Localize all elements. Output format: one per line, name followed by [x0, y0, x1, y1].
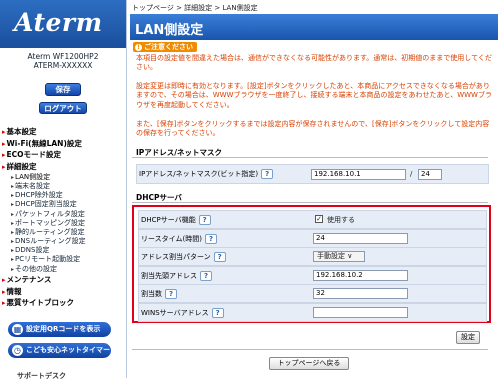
sidebar: Aterm Aterm WF1200HP2 ATERM-XXXXXX 保存 ログ… [0, 0, 127, 381]
menu-item[interactable]: PCリモート起動設定 [0, 255, 126, 264]
chevron-down-icon: ∨ [345, 252, 353, 260]
menu-item[interactable]: DNSルーティング設定 [0, 237, 126, 246]
device-name: ATERM-XXXXXX [33, 61, 93, 70]
help-icon[interactable]: ? [213, 252, 226, 262]
page-title: LAN側設定 [130, 14, 498, 40]
menu-item[interactable]: その他の設定 [0, 265, 126, 274]
notice-label: ご注意ください [144, 43, 193, 51]
qr-icon: ▦ [12, 324, 23, 335]
row-label-text: 割当先頭アドレス [141, 271, 197, 280]
ip-row-label: IPアドレス/ネットマスク(ビット指定)? [139, 169, 274, 179]
menu-item[interactable]: パケットフィルタ設定 [0, 210, 126, 219]
save-button[interactable]: 保存 [45, 83, 81, 96]
help-icon[interactable]: ? [261, 169, 274, 179]
lease-time-row: リースタイム(時間)? 24 [138, 228, 487, 248]
wins-server-row: WINSサーバアドレス? [138, 302, 487, 322]
menu-section[interactable]: Wi-Fi(無線LAN)設定 [0, 138, 126, 150]
checkbox-label: 使用する [327, 216, 355, 224]
row-label: 割当先頭アドレス? [141, 270, 212, 281]
netmask-input[interactable]: 24 [418, 169, 442, 180]
menu-section[interactable]: 基本設定 [0, 126, 126, 138]
row-label-text: 割当数 [141, 290, 162, 298]
side-menu: 基本設定Wi-Fi(無線LAN)設定ECOモード設定詳細設定LAN側設定端末名設… [0, 126, 126, 309]
model-name: Aterm WF1200HP2 [27, 52, 99, 61]
row-label-text: アドレス割当パターン [141, 253, 211, 261]
start-address-row: 割当先頭アドレス? 192.168.10.2 [138, 265, 487, 285]
allocation-pattern-select[interactable]: 手動設定 ∨ [313, 251, 365, 262]
kids-timer-button[interactable]: ◷ こども安心ネットタイマー [8, 343, 111, 358]
device-info: Aterm WF1200HP2 ATERM-XXXXXX [0, 52, 126, 70]
aterm-logo: Aterm [0, 0, 126, 48]
divider [132, 202, 488, 203]
kids-timer-button-label: こども安心ネットタイマー [26, 346, 110, 354]
menu-item[interactable]: 静的ルーティング設定 [0, 228, 126, 237]
menu-item[interactable]: 端末名設定 [0, 182, 126, 191]
help-icon[interactable]: ? [204, 233, 217, 244]
divider [132, 349, 488, 350]
row-label: DHCPサーバ機能? [141, 215, 211, 225]
ip-address-input[interactable]: 192.168.10.1 [311, 169, 406, 180]
mask-separator: / [410, 170, 413, 178]
dhcp-server-row: DHCPサーバ機能? ✓ 使用する [138, 210, 487, 229]
qr-code-button[interactable]: ▦ 設定用QRコードを表示 [8, 322, 111, 337]
back-to-top-button[interactable]: トップページへ戻る [269, 357, 349, 370]
menu-item[interactable]: DHCP固定割当設定 [0, 200, 126, 209]
support-desk-link[interactable]: サポートデスク [17, 371, 66, 381]
row-label: WINSサーバアドレス? [141, 307, 224, 318]
row-label: リースタイム(時間)? [141, 233, 217, 244]
select-value: 手動設定 [317, 252, 345, 260]
notice-badge: ! ご注意ください [133, 42, 197, 52]
notice-text-1: 本項目の設定値を間違えた場合は、通信ができなくなる可能性があります。通常は、初期… [136, 54, 492, 72]
ip-row: IPアドレス/ネットマスク(ビット指定)? 192.168.10.1 / 24 [136, 164, 489, 184]
dhcp-settings-box: DHCPサーバ機能? ✓ 使用するリースタイム(時間)? 24 アドレス割当パターン? 手… [132, 205, 491, 323]
wins-server-input[interactable] [313, 306, 408, 318]
row-label-text: WINSサーバアドレス [141, 308, 209, 317]
row-label: アドレス割当パターン? [141, 252, 226, 262]
help-icon[interactable]: ? [211, 307, 224, 318]
ip-label-text: IPアドレス/ネットマスク(ビット指定) [139, 170, 259, 178]
start-address-input[interactable]: 192.168.10.2 [313, 269, 408, 281]
notice-text-2: 設定変更は即時に有効となります。[設定]ボタンをクリックしたあと、本商品にアクセ… [136, 82, 492, 109]
main-content: トップページ > 詳細設定 > LAN側設定 LAN側設定 ! ご注意ください 本… [127, 0, 500, 378]
lease-time-input[interactable]: 24 [313, 232, 408, 244]
menu-item[interactable]: DHCP除外設定 [0, 191, 126, 200]
menu-section[interactable]: 情報 [0, 286, 126, 298]
notice-text-3: また、[保存]ボタンをクリックするまでは設定内容が保存されませんので、[保存]ボ… [136, 120, 490, 138]
allocation-count-row: 割当数? 32 [138, 284, 487, 303]
menu-section[interactable]: 詳細設定 [0, 161, 126, 173]
warning-icon: ! [135, 44, 142, 51]
menu-item[interactable]: ポートマッピング設定 [0, 219, 126, 228]
row-label-text: リースタイム(時間) [141, 234, 202, 243]
row-label-text: DHCPサーバ機能 [141, 216, 196, 224]
logout-button[interactable]: ログアウト [39, 102, 87, 114]
menu-section[interactable]: ECOモード設定 [0, 149, 126, 161]
help-icon[interactable]: ? [200, 270, 212, 281]
dhcp-enable-checkbox[interactable]: ✓ [315, 215, 323, 223]
breadcrumb[interactable]: トップページ > 詳細設定 > LAN側設定 [127, 0, 500, 12]
menu-section[interactable]: メンテナンス [0, 274, 126, 286]
clock-icon: ◷ [12, 345, 23, 356]
divider [132, 157, 488, 158]
set-button[interactable]: 設定 [456, 331, 480, 344]
menu-section[interactable]: 悪質サイトブロック [0, 297, 126, 309]
allocation-count-input[interactable]: 32 [313, 288, 408, 299]
help-icon[interactable]: ? [165, 289, 177, 299]
allocation-pattern-row: アドレス割当パターン? 手動設定 ∨ [138, 247, 487, 266]
row-label: 割当数? [141, 289, 177, 299]
qr-code-button-label: 設定用QRコードを表示 [26, 325, 101, 333]
help-icon[interactable]: ? [198, 215, 211, 225]
menu-item[interactable]: LAN側設定 [0, 173, 126, 182]
